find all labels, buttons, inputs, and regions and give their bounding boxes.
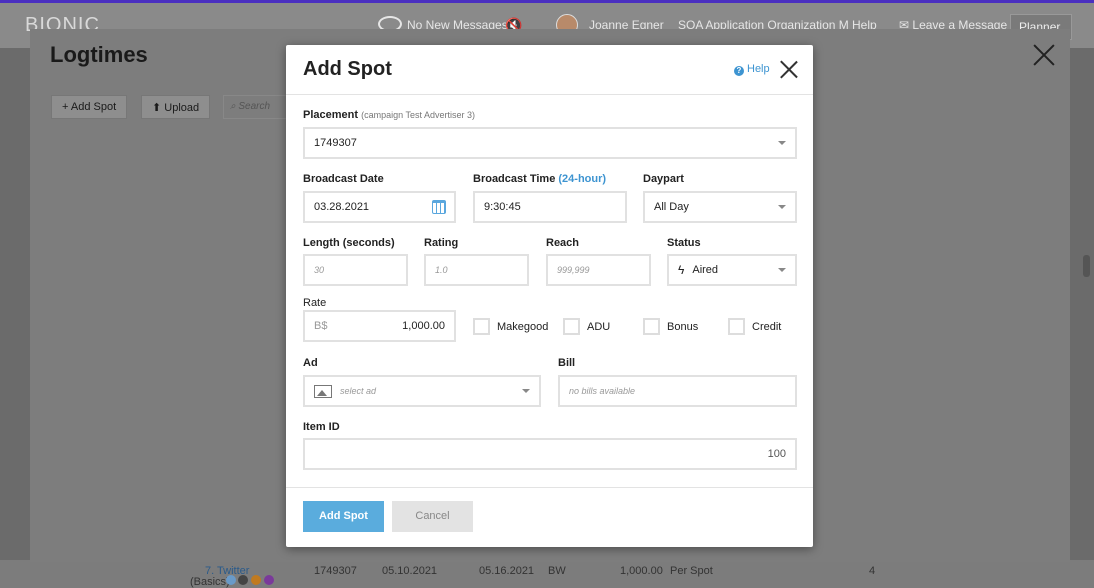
placement-value: 1749307 [314, 137, 357, 149]
bill-label: Bill [558, 357, 576, 369]
lightning-icon: ϟ [678, 263, 685, 277]
bill-placeholder: no bills available [569, 386, 636, 396]
reach-field[interactable]: 999,999 [546, 254, 651, 286]
status-dot [238, 575, 248, 585]
credit-checkbox[interactable] [728, 318, 745, 335]
status-dot [251, 575, 261, 585]
daypart-value: All Day [654, 201, 689, 213]
row-basics: (Basics) [190, 576, 230, 588]
modal-header: Add Spot ? Help [286, 45, 813, 95]
ad-placeholder: select ad [340, 386, 377, 396]
chevron-down-icon [778, 205, 786, 209]
bill-field[interactable]: no bills available [558, 375, 797, 407]
item-id-field[interactable]: 100 [303, 438, 797, 470]
adu-checkbox[interactable] [563, 318, 580, 335]
rate-value: 1,000.00 [402, 320, 445, 332]
row-start-date: 05.10.2021 [382, 565, 438, 577]
length-placeholder: 30 [314, 265, 325, 275]
placement-label-text: Placement [303, 109, 359, 121]
row-amount: 1,000.00 [620, 565, 663, 577]
row-end-date: 05.16.2021 [479, 565, 535, 577]
background-table-row [0, 560, 1094, 588]
broadcast-time-field[interactable]: 9:30:45 [473, 191, 627, 223]
image-icon [314, 384, 332, 398]
broadcast-time-label: Broadcast Time (24-hour) [473, 173, 606, 185]
cancel-button[interactable]: Cancel [392, 501, 473, 532]
daypart-select[interactable]: All Day [643, 191, 797, 223]
reach-placeholder: 999,999 [557, 265, 590, 275]
daypart-label: Daypart [643, 173, 684, 185]
close-icon[interactable] [1032, 43, 1056, 67]
reach-label: Reach [546, 237, 580, 249]
bonus-label: Bonus [667, 321, 699, 333]
length-field[interactable]: 30 [303, 254, 408, 286]
chevron-down-icon [522, 389, 530, 393]
modal-title: Add Spot [303, 58, 392, 80]
rate-label: Rate [303, 297, 327, 309]
broadcast-date-value: 03.28.2021 [314, 201, 370, 213]
status-select[interactable]: ϟ Aired [667, 254, 797, 286]
placement-label: Placement (campaign Test Advertiser 3) [303, 109, 475, 121]
question-icon: ? [734, 66, 744, 76]
rating-placeholder: 1.0 [435, 265, 448, 275]
broadcast-time-value: 9:30:45 [484, 201, 521, 213]
status-dot [226, 575, 236, 585]
close-icon[interactable] [780, 61, 798, 79]
add-spot-modal: Add Spot ? Help Placement (campaign Test … [286, 45, 813, 547]
credit-label: Credit [752, 321, 782, 333]
panel-title: Logtimes [50, 42, 148, 67]
status-label: Status [667, 237, 701, 249]
broadcast-date-label: Broadcast Date [303, 173, 384, 185]
ad-label: Ad [303, 357, 318, 369]
status-value: Aired [692, 264, 719, 276]
item-id-value: 100 [767, 448, 786, 460]
scrollbar[interactable] [1083, 255, 1090, 277]
row-code: BW [548, 565, 566, 577]
search-placeholder: Search [238, 101, 271, 112]
chevron-down-icon [778, 268, 786, 272]
broadcast-time-label-text: Broadcast Time [473, 173, 556, 185]
add-spot-toolbar-button[interactable]: + Add Spot [51, 95, 128, 119]
item-id-label: Item ID [303, 421, 340, 433]
placement-sublabel: (campaign Test Advertiser 3) [361, 110, 475, 120]
rate-currency: B$ [314, 320, 328, 332]
rate-field[interactable]: B$ 1,000.00 [303, 310, 456, 342]
row-count: 4 [869, 565, 876, 577]
help-link[interactable]: ? Help [734, 63, 770, 76]
rating-field[interactable]: 1.0 [424, 254, 529, 286]
add-spot-button[interactable]: Add Spot [303, 501, 384, 532]
makegood-label: Makegood [497, 321, 549, 333]
row-unit: Per Spot [670, 565, 713, 577]
broadcast-time-hint: (24-hour) [558, 173, 607, 185]
status-dot [264, 575, 274, 585]
chevron-down-icon [778, 141, 786, 145]
row-placement: 1749307 [314, 565, 357, 577]
help-label: Help [747, 63, 770, 75]
adu-label: ADU [587, 321, 611, 333]
rating-label: Rating [424, 237, 459, 249]
bonus-checkbox[interactable] [643, 318, 660, 335]
calendar-icon[interactable] [432, 200, 446, 214]
makegood-checkbox[interactable] [473, 318, 490, 335]
ad-select[interactable]: select ad [303, 375, 541, 407]
placement-select[interactable]: 1749307 [303, 127, 797, 159]
upload-button[interactable]: ⬆ Upload [141, 95, 211, 119]
search-input[interactable]: ⌕ Search [223, 95, 293, 119]
modal-footer: Add Spot Cancel [286, 487, 813, 547]
broadcast-date-field[interactable]: 03.28.2021 [303, 191, 456, 223]
length-label: Length (seconds) [303, 237, 395, 249]
